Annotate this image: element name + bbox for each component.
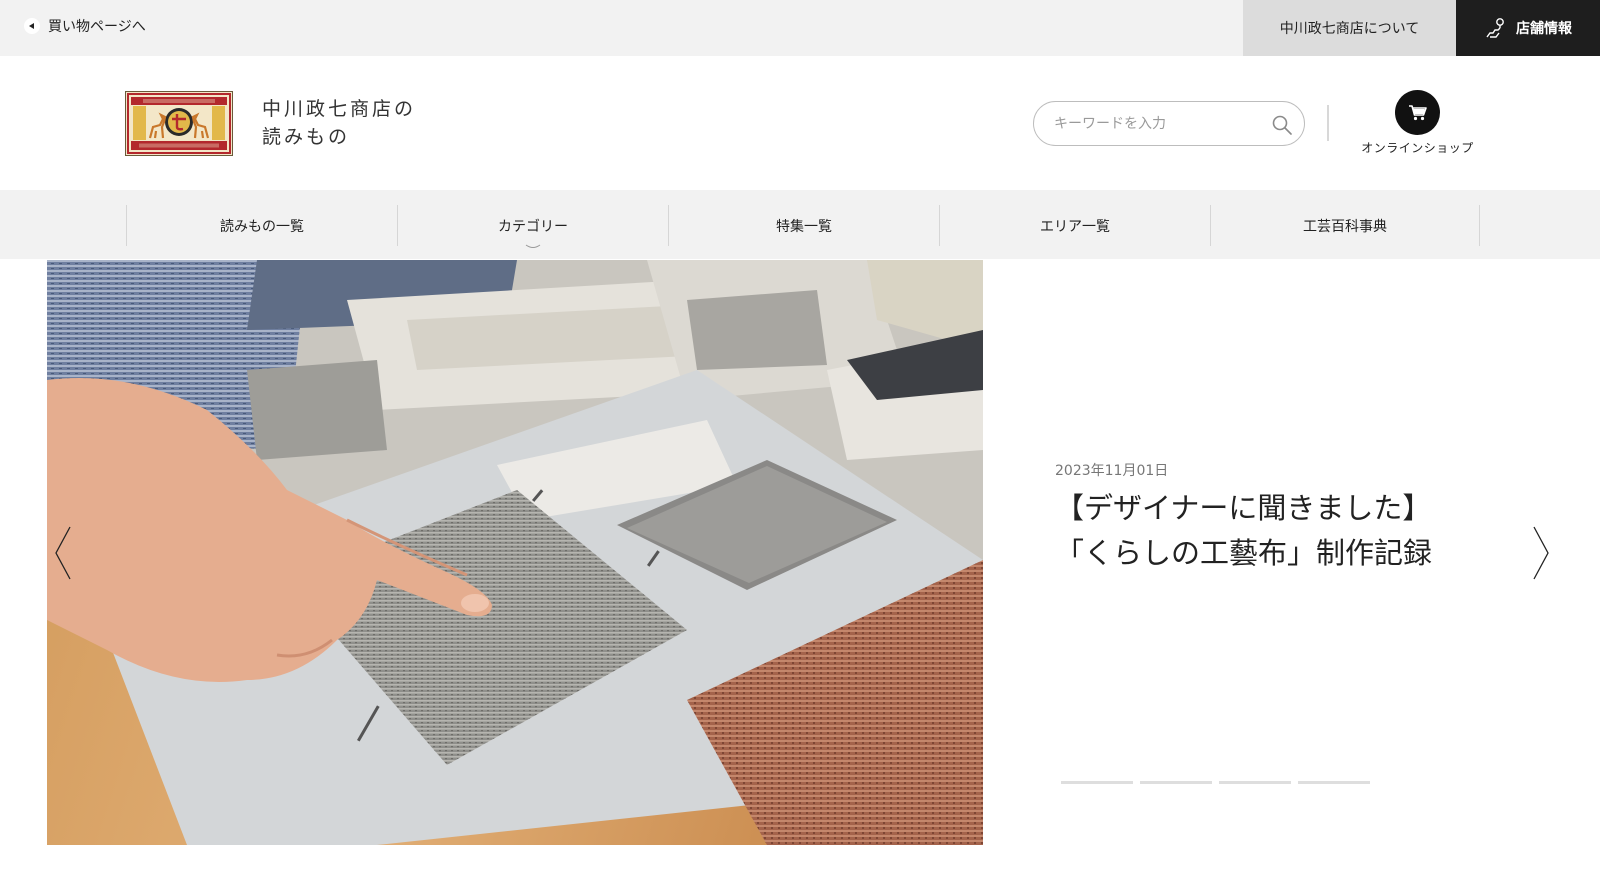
fabric-samples-photo bbox=[47, 260, 983, 845]
nav-item-areas-label: エリア一覧 bbox=[1040, 218, 1110, 235]
about-company-link[interactable]: 中川政七商店について bbox=[1243, 0, 1456, 56]
cart-icon bbox=[1408, 104, 1427, 120]
about-company-label: 中川政七商店について bbox=[1279, 21, 1420, 37]
search-input[interactable] bbox=[1054, 113, 1264, 135]
back-arrow-icon bbox=[24, 18, 40, 34]
chevron-right-icon[interactable] bbox=[1528, 525, 1554, 581]
top-bar: 買い物ページへ 中川政七商店について 店舗情報 bbox=[0, 0, 1600, 56]
article-title-line2: 「くらしの工藝布」制作記録 bbox=[1055, 536, 1433, 570]
cart-button bbox=[1395, 90, 1440, 135]
nav-item-category-label: カテゴリー bbox=[498, 218, 568, 235]
global-nav: 読みもの一覧 カテゴリー 特集一覧 エリア一覧 工芸百科事典 bbox=[0, 190, 1600, 259]
slider-dot-2[interactable] bbox=[1140, 781, 1212, 784]
slider-dot-1[interactable] bbox=[1061, 781, 1133, 784]
store-info-link[interactable]: 店舗情報 bbox=[1456, 0, 1600, 56]
slider-dot-4[interactable] bbox=[1298, 781, 1370, 784]
map-pin-icon bbox=[1486, 18, 1504, 38]
article-title[interactable]: 【デザイナーに聞きました】 「くらしの工藝布」制作記録 bbox=[1055, 486, 1515, 576]
nav-item-areas[interactable]: エリア一覧 bbox=[939, 205, 1210, 246]
site-title[interactable]: 中川政七商店の 読みもの bbox=[262, 95, 416, 151]
store-info-label: 店舗情報 bbox=[1516, 21, 1572, 37]
back-to-shopping-link[interactable]: 買い物ページへ bbox=[24, 16, 146, 36]
nav-item-articles[interactable]: 読みもの一覧 bbox=[126, 205, 397, 246]
search-icon[interactable] bbox=[1270, 113, 1294, 137]
chevron-down-icon bbox=[525, 244, 541, 248]
slider-dot-3[interactable] bbox=[1219, 781, 1291, 784]
site-title-line1: 中川政七商店の bbox=[262, 98, 417, 120]
deer-emblem-icon bbox=[125, 91, 233, 156]
article-date: 2023年11月01日 bbox=[1055, 463, 1169, 479]
search-box bbox=[1033, 101, 1305, 146]
header-divider bbox=[1327, 105, 1329, 141]
chevron-left-icon[interactable] bbox=[50, 525, 76, 581]
hero-slide-image[interactable] bbox=[47, 260, 983, 845]
site-title-line2: 読みもの bbox=[262, 126, 351, 148]
nav-item-craft-encyclopedia-label: 工芸百科事典 bbox=[1303, 218, 1387, 235]
nav-item-features-label: 特集一覧 bbox=[776, 218, 832, 235]
nav-item-features[interactable]: 特集一覧 bbox=[668, 205, 939, 246]
brand-logo[interactable] bbox=[125, 91, 233, 156]
article-title-line1: 【デザイナーに聞きました】 bbox=[1055, 491, 1432, 525]
nav-item-category[interactable]: カテゴリー bbox=[397, 205, 668, 248]
back-to-shopping-label: 買い物ページへ bbox=[48, 19, 146, 35]
online-shop-label: オンラインショップ bbox=[1361, 141, 1474, 155]
online-shop-link[interactable]: オンラインショップ bbox=[1350, 89, 1485, 159]
nav-item-articles-label: 読みもの一覧 bbox=[220, 218, 304, 235]
slider-pagination bbox=[1061, 781, 1370, 784]
nav-item-craft-encyclopedia[interactable]: 工芸百科事典 bbox=[1210, 205, 1480, 246]
